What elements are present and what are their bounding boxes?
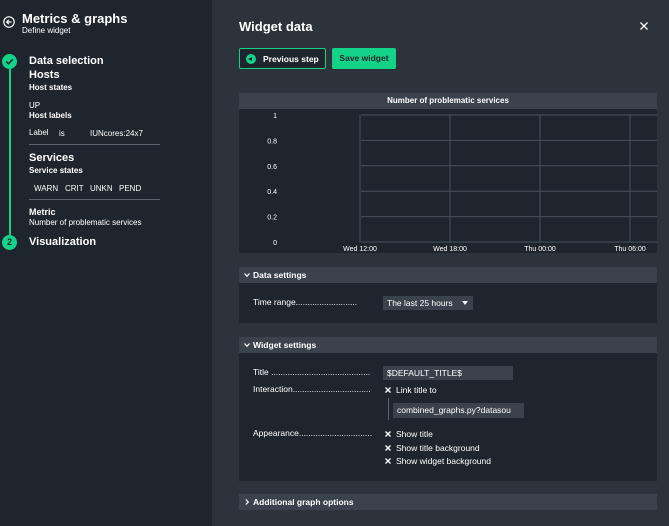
- x-tick-label: Thu 06:00: [614, 246, 646, 253]
- widget-settings-title: Widget settings: [253, 340, 317, 350]
- host-states-value: UP: [29, 101, 41, 110]
- service-state-pend: PEND: [119, 184, 142, 193]
- additional-graph-options-title: Additional graph options: [253, 497, 354, 507]
- link-title-checkbox[interactable]: [384, 386, 392, 394]
- panel-title: Widget data: [239, 19, 313, 34]
- interaction-label: Interaction.............................…: [253, 384, 371, 394]
- title-input[interactable]: $DEFAULT_TITLE$: [383, 366, 513, 380]
- time-range-label: Time range..........................: [253, 297, 358, 307]
- time-range-value: The last 25 hours: [387, 298, 453, 308]
- service-state-unkn: UNKN: [90, 184, 113, 193]
- additional-graph-options-header[interactable]: Additional graph options: [239, 494, 657, 510]
- widget-settings-header[interactable]: Widget settings: [239, 337, 657, 353]
- show-widget-background-checkbox[interactable]: [384, 457, 392, 465]
- link-title-label: Link title to: [396, 385, 437, 395]
- divider: [29, 144, 160, 145]
- metric-label: Metric: [29, 207, 56, 217]
- hosts-heading: Hosts: [29, 69, 60, 81]
- y-tick-label: 0.4: [267, 189, 277, 196]
- y-axis-ticks: 0 0.2 0.4 0.6 0.8 1: [267, 113, 277, 247]
- graph-plot: 0 0.2 0.4 0.6 0.8 1 Wed 12:00 Wed 18:00 Thu 00:…: [267, 113, 657, 253]
- y-tick-label: 0.6: [267, 164, 277, 171]
- check-icon: [5, 58, 14, 65]
- back-circle-icon: [246, 54, 256, 64]
- caret-down-icon: [462, 301, 468, 305]
- y-tick-label: 0.2: [267, 215, 277, 222]
- step-2-number: 2: [2, 235, 17, 250]
- show-widget-background-label: Show widget background: [396, 456, 491, 466]
- indent-line: [388, 398, 389, 420]
- x-axis-ticks: Wed 12:00 Wed 18:00 Thu 00:00 Thu 06:00: [343, 246, 646, 253]
- step-1-title: Data selection: [29, 55, 104, 67]
- y-tick-label: 0.8: [267, 138, 277, 145]
- save-widget-button[interactable]: Save widget: [332, 48, 396, 69]
- title-label: Title ..................................…: [253, 367, 371, 377]
- metric-value: Number of problematic services: [29, 218, 142, 227]
- y-tick-label: 1: [273, 113, 277, 120]
- data-settings-header[interactable]: Data settings: [239, 267, 657, 283]
- label-key: Label: [29, 128, 49, 137]
- service-state-crit: CRIT: [65, 184, 84, 193]
- divider: [29, 199, 160, 200]
- chevron-down-icon: [244, 273, 250, 278]
- services-heading: Services: [29, 152, 75, 164]
- chevron-down-icon: [244, 343, 250, 348]
- show-title-checkbox[interactable]: [384, 430, 392, 438]
- host-states-label: Host states: [29, 83, 73, 92]
- show-title-label: Show title: [396, 429, 433, 439]
- label-value: IUNcores:24x7: [90, 129, 143, 138]
- service-state-warn: WARN: [34, 184, 59, 193]
- label-operator: is: [59, 129, 65, 138]
- show-title-background-checkbox[interactable]: [384, 444, 392, 452]
- grid-lines: [359, 114, 657, 243]
- link-url-input[interactable]: combined_graphs.py?datasou: [393, 403, 524, 418]
- appearance-label: Appearance..............................…: [253, 428, 373, 438]
- host-labels-label: Host labels: [29, 111, 72, 120]
- x-tick-label: Thu 00:00: [524, 246, 556, 253]
- data-settings-title: Data settings: [253, 270, 307, 280]
- app-subtitle: Define widget: [22, 26, 71, 35]
- y-tick-label: 0: [273, 240, 277, 247]
- app-title: Metrics & graphs: [22, 11, 128, 26]
- x-tick-label: Wed 12:00: [343, 246, 377, 253]
- step-2-title: Visualization: [29, 236, 97, 248]
- service-states-label: Service states: [29, 166, 83, 175]
- graph-title: Number of problematic services: [239, 93, 657, 109]
- stepper-line: [9, 69, 11, 235]
- step-1-complete: [2, 54, 17, 69]
- previous-step-label: Previous step: [263, 54, 319, 64]
- time-range-dropdown[interactable]: The last 25 hours: [383, 296, 473, 310]
- x-tick-label: Wed 18:00: [433, 246, 467, 253]
- close-icon[interactable]: [639, 21, 649, 31]
- previous-step-button[interactable]: Previous step: [239, 48, 326, 69]
- back-arrow-icon[interactable]: [3, 16, 15, 28]
- show-title-background-label: Show title background: [396, 443, 480, 453]
- chevron-right-icon: [245, 499, 250, 505]
